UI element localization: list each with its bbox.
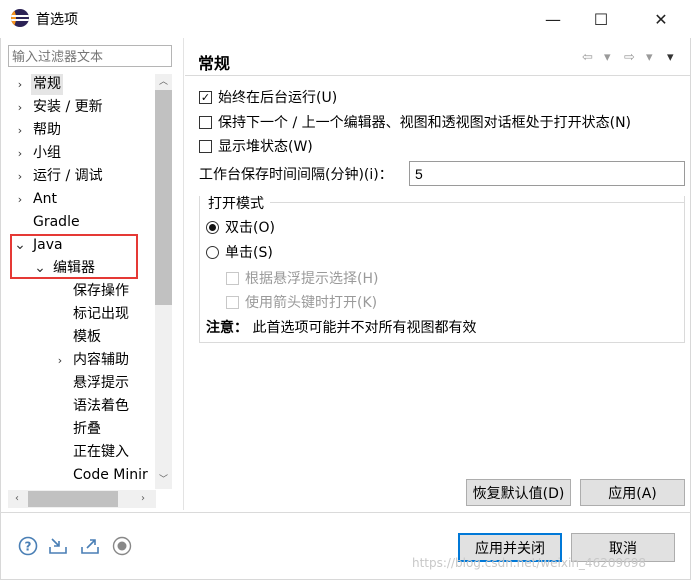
tree-horizontal-scroll-thumb[interactable] — [28, 491, 118, 507]
option-label: 显示堆状态(W) — [218, 139, 313, 155]
tree-item-label: 内容辅助 — [73, 352, 129, 368]
note-body: 此首选项可能并不对所有视图都有效 — [248, 320, 477, 336]
tree-vertical-scroll-thumb[interactable] — [155, 90, 172, 305]
checkbox-checked[interactable]: ✓ — [199, 90, 212, 104]
checkbox-disabled[interactable] — [226, 271, 239, 285]
minimize-button[interactable]: — — [530, 0, 576, 38]
forward-arrow-icon[interactable]: ⇨ — [624, 50, 635, 65]
chevron-right-icon[interactable]: › — [14, 188, 26, 211]
option-label: 单击(S) — [225, 245, 273, 261]
option-label: 双击(O) — [225, 220, 275, 236]
svg-text:?: ? — [25, 540, 32, 554]
tree-item-typing[interactable]: 正在键入 — [73, 441, 129, 464]
option-label: 保持下一个 / 上一个编辑器、视图和透视图对话框处于打开状态(N) — [218, 115, 632, 131]
close-button[interactable]: ✕ — [638, 0, 684, 38]
tree-item-label: Gradle — [33, 214, 80, 230]
scroll-up-icon[interactable]: ︿ — [155, 74, 172, 90]
tree-item-folding[interactable]: 折叠 — [73, 418, 101, 441]
arrow-open-option[interactable]: 使用箭头键时打开(K) — [226, 291, 377, 313]
help-icon[interactable]: ? — [18, 536, 38, 556]
tree-item-label: 运行 / 调试 — [33, 168, 103, 184]
watermark-text: https://blog.csdn.net/weixin_46209698 — [412, 556, 647, 570]
restore-defaults-button[interactable]: 恢复默认值(D) — [466, 479, 571, 506]
chevron-right-icon[interactable]: › — [14, 142, 26, 165]
header-divider — [185, 75, 690, 76]
hover-select-option[interactable]: 根据悬浮提示选择(H) — [226, 267, 378, 289]
show-heap-status-option[interactable]: 显示堆状态(W) — [199, 135, 313, 157]
panel-divider[interactable] — [183, 38, 184, 510]
window-title: 首选项 — [36, 12, 78, 28]
preference-tree: › 常规 › 安装 / 更新 › 帮助 › 小组 › 运行 / 调试 › Ant… — [8, 72, 174, 512]
open-mode-title: 打开模式 — [206, 193, 266, 213]
group-border-top — [270, 202, 685, 203]
keep-switcher-open-option[interactable]: 保持下一个 / 上一个编辑器、视图和透视图对话框处于打开状态(N) — [199, 111, 631, 133]
scroll-right-icon[interactable]: › — [134, 490, 152, 508]
checkbox[interactable] — [199, 115, 212, 129]
save-interval-label: 工作台保存时间间隔(分钟)(i)： — [199, 167, 393, 183]
tree-item-label: 帮助 — [33, 122, 61, 138]
chevron-right-icon[interactable]: › — [14, 119, 26, 142]
tree-item-label: 小组 — [33, 145, 61, 161]
annotation-highlight-box — [10, 234, 138, 279]
tree-item-general[interactable]: › 常规 — [8, 73, 155, 96]
tree-item-label: 安装 / 更新 — [33, 99, 103, 115]
scroll-down-icon[interactable]: ﹀ — [155, 472, 172, 488]
chevron-right-icon[interactable]: › — [14, 165, 26, 188]
save-interval-input[interactable] — [409, 161, 685, 186]
radio[interactable] — [206, 245, 219, 259]
checkbox[interactable] — [199, 139, 212, 153]
tree-item-save-actions[interactable]: 保存操作 — [73, 280, 129, 303]
page-title: 常规 — [198, 54, 231, 73]
note-label: 注意： — [206, 320, 248, 336]
chevron-right-icon[interactable]: › — [14, 96, 26, 119]
import-icon[interactable] — [48, 536, 68, 556]
footer-divider — [0, 512, 691, 513]
back-menu-chevron-icon[interactable]: ▾ — [604, 50, 611, 65]
record-icon[interactable] — [112, 536, 132, 556]
eclipse-logo-icon — [11, 9, 29, 27]
tree-item-hovers[interactable]: 悬浮提示 — [73, 372, 129, 395]
export-icon[interactable] — [80, 536, 100, 556]
radio-selected[interactable] — [206, 220, 219, 234]
option-label: 根据悬浮提示选择(H) — [245, 271, 379, 287]
apply-button[interactable]: 应用(A) — [580, 479, 685, 506]
scroll-left-icon[interactable]: ‹ — [8, 490, 26, 508]
note-text: 注意： 此首选项可能并不对所有视图都有效 — [206, 317, 476, 337]
single-click-option[interactable]: 单击(S) — [206, 241, 273, 263]
option-label: 使用箭头键时打开(K) — [245, 295, 378, 311]
option-label: 始终在后台运行(U) — [218, 90, 338, 106]
chevron-right-icon[interactable]: › — [54, 349, 66, 372]
forward-menu-chevron-icon[interactable]: ▾ — [646, 50, 653, 65]
tree-item-templates[interactable]: 模板 — [73, 326, 101, 349]
tree-item-label: Ant — [33, 191, 57, 207]
filter-input[interactable] — [8, 45, 172, 67]
view-menu-icon[interactable]: ▾ — [667, 50, 674, 65]
tree-item-code-minings[interactable]: Code Minir — [73, 464, 155, 487]
double-click-option[interactable]: 双击(O) — [206, 216, 275, 238]
tree-item-syntax-coloring[interactable]: 语法着色 — [73, 395, 129, 418]
back-arrow-icon[interactable]: ⇦ — [582, 50, 593, 65]
maximize-button[interactable]: ☐ — [578, 0, 624, 38]
checkbox-disabled[interactable] — [226, 295, 239, 309]
run-in-background-option[interactable]: ✓ 始终在后台运行(U) — [199, 86, 337, 108]
tree-item-mark-occurrences[interactable]: 标记出现 — [73, 303, 129, 326]
tree-item-label: 常规 — [31, 74, 63, 95]
chevron-right-icon[interactable]: › — [14, 73, 26, 96]
